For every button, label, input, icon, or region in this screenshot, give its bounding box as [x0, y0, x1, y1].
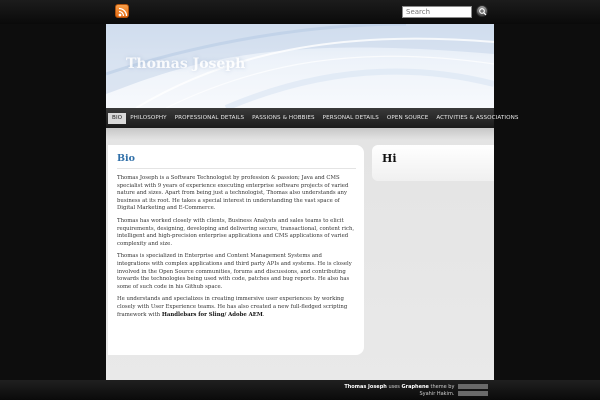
nav-item-personal-details[interactable]: PERSONAL DETAILS	[319, 113, 383, 124]
search-button[interactable]	[476, 5, 488, 17]
footer-badge-image[interactable]	[458, 384, 488, 389]
bio-paragraph: Thomas has worked closely with clients, …	[117, 217, 355, 247]
bio-paragraph: He understands and specializes in creati…	[117, 296, 356, 319]
nav-item-bio[interactable]: BIO	[108, 112, 127, 124]
footer-theme-link[interactable]: Graphene	[402, 384, 429, 390]
header-banner: Thomas Joseph	[106, 24, 494, 108]
nav-item-open-source[interactable]: OPEN SOURCE	[383, 113, 432, 124]
footer-badge-image[interactable]	[458, 391, 488, 396]
rss-icon[interactable]	[115, 4, 129, 18]
page-title: Bio	[117, 153, 356, 169]
bio-paragraph-end: .	[262, 311, 265, 318]
footer-credits: Thomas Joseph uses Graphene theme by	[344, 384, 488, 390]
sidebar-widget: Hi	[372, 145, 494, 181]
site-title[interactable]: Thomas Joseph	[126, 56, 245, 72]
footer-author[interactable]: Thomas Joseph	[344, 384, 387, 390]
nav-item-activities-associations[interactable]: ACTIVITIES & ASSOCIATIONS	[432, 113, 522, 124]
bold-framework-name: Handlebars for Sling/ Adobe AEM	[161, 311, 263, 318]
nav-item-professional-details[interactable]: PROFESSIONAL DETAILS	[171, 113, 248, 124]
footer-designer-line: Syahir Hakim.	[419, 391, 488, 397]
footer-uses: uses	[388, 384, 400, 390]
widget-title: Hi	[382, 152, 397, 165]
search-icon	[479, 8, 487, 16]
content-card: Bio Thomas Joseph is a Software Technolo…	[108, 145, 364, 355]
footer-theme-by: theme by	[430, 384, 455, 390]
bio-paragraph: Thomas Joseph is a Software Technologist…	[117, 175, 349, 212]
nav-item-passions-hobbies[interactable]: PASSIONS & HOBBIES	[248, 113, 318, 124]
main-nav: BIO PHILOSOPHY PROFESSIONAL DETAILS PASS…	[106, 108, 518, 128]
nav-item-philosophy[interactable]: PHILOSOPHY	[126, 113, 171, 124]
top-bar	[0, 0, 600, 24]
footer: Thomas Joseph uses Graphene theme by Sya…	[0, 380, 600, 400]
footer-designer[interactable]: Syahir Hakim.	[419, 391, 454, 397]
search-input[interactable]	[402, 6, 472, 18]
bio-paragraph: Thomas is specialized in Enterprise and …	[117, 253, 352, 290]
